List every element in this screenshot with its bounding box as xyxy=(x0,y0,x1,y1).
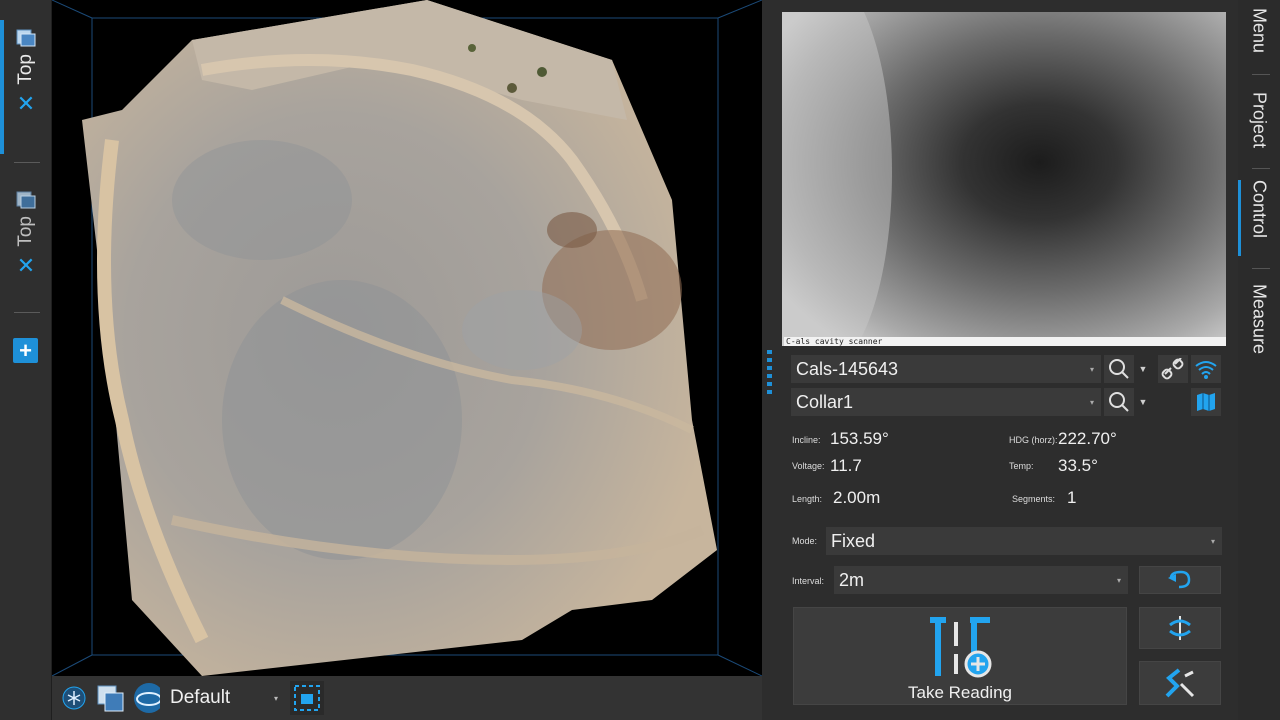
hdg-value: 222.70° xyxy=(1058,429,1117,448)
flip-button[interactable] xyxy=(1139,607,1221,649)
search-icon xyxy=(1109,392,1129,412)
tab-control-label: Control xyxy=(1249,180,1270,239)
interval-select-value: 2m xyxy=(839,569,865,590)
take-reading-label: Take Reading xyxy=(908,683,1012,702)
chevron-down-icon: ▾ xyxy=(273,693,278,703)
view-tab-top-1[interactable]: Top ✕ xyxy=(0,20,52,154)
collar-select-value: Collar1 xyxy=(796,391,854,412)
map-icon xyxy=(1197,393,1215,411)
view-cube-button[interactable] xyxy=(96,684,124,712)
fit-view-button[interactable] xyxy=(290,681,324,715)
wifi-button[interactable] xyxy=(1191,355,1221,383)
voltage-value: 11.7 xyxy=(830,456,862,475)
map-button[interactable] xyxy=(1191,388,1221,416)
length-label: Length: xyxy=(792,494,823,504)
active-tab-indicator xyxy=(0,20,4,154)
layout-select-value: Default xyxy=(170,687,231,708)
take-reading-icon xyxy=(930,617,992,678)
segments-label: Segments: xyxy=(1012,494,1056,504)
temp-label: Temp: xyxy=(1009,461,1034,471)
chevron-down-icon: ▾ xyxy=(1089,397,1094,407)
divider xyxy=(1252,168,1270,169)
tab-menu[interactable]: Menu xyxy=(1238,8,1280,60)
length-value: 2.00m xyxy=(833,488,881,507)
temp-value: 33.5° xyxy=(1058,456,1098,475)
tab-measure[interactable]: Measure xyxy=(1238,284,1280,356)
layout-select[interactable]: Default ▾ xyxy=(166,681,282,715)
take-reading-button[interactable]: Take Reading xyxy=(793,607,1127,705)
view-cube-icon xyxy=(97,685,124,712)
mode-select-value: Fixed xyxy=(831,530,876,551)
voltage-label: Voltage: xyxy=(792,461,825,471)
chevron-down-icon: ▾ xyxy=(1089,364,1094,374)
view-tab-label: Top xyxy=(15,216,36,247)
mode-select[interactable]: Fixed ▾ xyxy=(826,527,1222,555)
orbit-icon xyxy=(134,683,160,713)
undo-icon xyxy=(1168,570,1191,589)
view-cube-icon xyxy=(16,191,36,209)
viewport-toolbar: Default ▾ xyxy=(52,676,762,720)
control-panel: C-als cavity scanner Cals-145643 ▾ ▼ Col… xyxy=(780,0,1238,720)
scanner-select-value: Cals-145643 xyxy=(796,358,899,379)
tab-measure-label: Measure xyxy=(1249,284,1270,355)
snowflake-icon xyxy=(62,686,86,710)
chevron-down-icon: ▾ xyxy=(1210,536,1215,546)
camera-feed: C-als cavity scanner xyxy=(782,12,1226,346)
view-tab-top-2[interactable]: Top ✕ xyxy=(0,182,52,292)
divider xyxy=(1252,268,1270,269)
segments-value: 1 xyxy=(1067,488,1077,507)
scan-path-icon xyxy=(1165,668,1195,698)
active-tab-indicator xyxy=(1238,180,1241,256)
chevron-down-icon: ▾ xyxy=(1116,575,1121,585)
app-root: Top ✕ Top ✕ + Default ▾ C-als cavity sca… xyxy=(0,0,1280,720)
incline-label: Incline: xyxy=(792,435,821,445)
map-viewport[interactable] xyxy=(52,0,762,676)
close-icon[interactable]: ✕ xyxy=(17,92,35,115)
run-scan-button[interactable] xyxy=(1139,661,1221,705)
search-scanner-button[interactable] xyxy=(1104,355,1134,383)
panel-splitter[interactable] xyxy=(762,0,780,720)
close-icon[interactable]: ✕ xyxy=(17,254,35,277)
chevron-down-icon[interactable]: ▼ xyxy=(1136,355,1150,383)
link-icon xyxy=(1161,358,1184,380)
borehole-camera-image xyxy=(782,12,1226,346)
divider xyxy=(14,312,40,313)
splitter-grip xyxy=(767,350,772,394)
settings-button[interactable] xyxy=(60,684,88,712)
interval-select[interactable]: 2m ▾ xyxy=(834,566,1128,594)
mode-label: Mode: xyxy=(792,536,818,546)
chevron-down-icon[interactable]: ▼ xyxy=(1136,388,1150,416)
divider xyxy=(1252,74,1270,75)
collar-select[interactable]: Collar1 ▾ xyxy=(791,388,1101,416)
search-icon xyxy=(1109,359,1129,379)
fit-extent-icon xyxy=(294,685,320,711)
tab-menu-label: Menu xyxy=(1249,8,1270,54)
flip-icon xyxy=(1169,616,1191,640)
view-tab-strip: Top ✕ Top ✕ + xyxy=(0,0,52,720)
main-tab-strip: Menu Project Control Measure xyxy=(1238,0,1280,720)
wifi-icon xyxy=(1195,361,1217,379)
camera-caption: C-als cavity scanner xyxy=(784,337,1226,346)
incline-value: 153.59° xyxy=(830,429,889,448)
tab-control[interactable]: Control xyxy=(1238,180,1280,256)
connect-button[interactable] xyxy=(1158,355,1188,383)
hdg-label: HDG (horz): xyxy=(1009,435,1058,445)
interval-label: Interval: xyxy=(792,576,825,586)
view-tab-label: Top xyxy=(15,54,36,85)
tab-project[interactable]: Project xyxy=(1238,92,1280,154)
tab-project-label: Project xyxy=(1249,92,1270,149)
scanner-select[interactable]: Cals-145643 ▾ xyxy=(791,355,1101,383)
orbit-button[interactable] xyxy=(132,683,160,713)
divider xyxy=(14,162,40,163)
search-collar-button[interactable] xyxy=(1104,388,1134,416)
undo-reading-button[interactable] xyxy=(1139,566,1221,594)
add-view-button[interactable]: + xyxy=(13,338,38,363)
view-cube-icon xyxy=(16,29,36,47)
orthomosaic-image xyxy=(52,0,762,676)
